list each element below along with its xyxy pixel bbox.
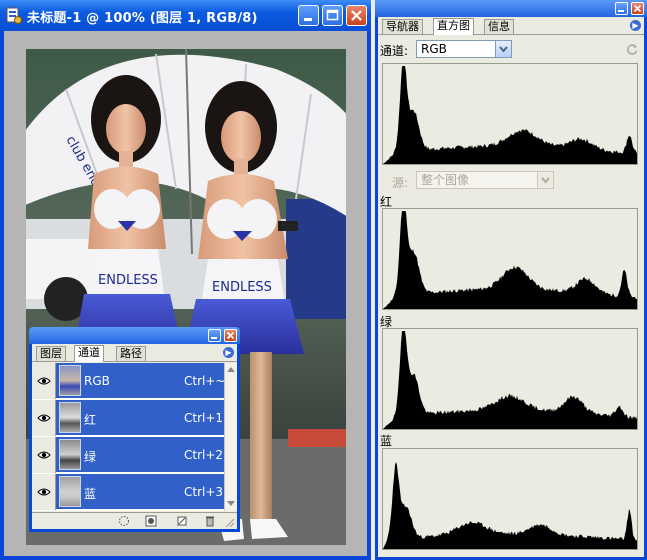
histogram-area	[383, 331, 637, 429]
close-button[interactable]	[346, 5, 367, 26]
channel-name: RGB	[84, 374, 110, 388]
channels-palette-body: 图层 通道 路径 ▶ RGB Ctrl+~ 红 Ctrl+1 绿 Ctrl+2 …	[32, 344, 237, 529]
minimize-icon	[618, 10, 624, 12]
tab-layers[interactable]: 图层	[36, 346, 66, 361]
channel-thumbnail	[59, 439, 81, 470]
channel-thumbnail	[59, 365, 81, 396]
visibility-toggle[interactable]	[32, 363, 56, 399]
document-title: 未标题-1 @ 100% (图层 1, RGB/8)	[27, 11, 258, 26]
palette-menu-button[interactable]: ▶	[223, 347, 234, 358]
channels-palette-title-bar[interactable]	[29, 327, 240, 344]
eye-icon	[37, 377, 51, 385]
histogram-palette-title-bar[interactable]	[375, 0, 647, 17]
palette-minimize-button[interactable]	[615, 2, 628, 15]
new-channel-icon[interactable]	[176, 515, 188, 527]
channel-select-value: RGB	[421, 42, 447, 56]
minimize-icon	[304, 18, 312, 21]
eye-icon	[37, 488, 51, 496]
scroll-up-icon[interactable]	[227, 366, 235, 372]
maximize-button[interactable]	[322, 5, 343, 26]
channels-palette-tabs: 图层 通道 路径 ▶	[32, 344, 237, 362]
maximize-icon	[326, 9, 339, 21]
channel-thumbnail	[59, 476, 81, 507]
resize-grip-icon[interactable]	[225, 518, 235, 528]
eye-icon	[37, 451, 51, 459]
scroll-down-icon[interactable]	[227, 501, 235, 507]
histogram-palette-tabs: 导航器 直方图 信息 ▶	[378, 17, 644, 35]
trash-icon[interactable]	[204, 515, 216, 527]
refresh-icon[interactable]	[625, 42, 639, 56]
tab-histogram[interactable]: 直方图	[433, 18, 474, 35]
palette-close-button[interactable]	[224, 329, 237, 342]
histogram-red-plot	[383, 211, 637, 309]
channel-list: RGB Ctrl+~ 红 Ctrl+1 绿 Ctrl+2 蓝 Ctrl+3	[32, 363, 226, 511]
source-select-value: 整个图像	[421, 173, 470, 187]
channel-row-green[interactable]: 绿 Ctrl+2	[32, 437, 224, 473]
document-title-bar[interactable]: 未标题-1 @ 100% (图层 1, RGB/8)	[0, 0, 371, 31]
histogram-blue-plot	[383, 461, 637, 549]
channel-thumbnail	[59, 402, 81, 433]
channel-list-scrollbar[interactable]	[224, 363, 237, 511]
channel-shortcut: Ctrl+2	[184, 448, 224, 462]
palette-menu-button[interactable]: ▶	[630, 20, 641, 31]
source-select[interactable]: 整个图像	[416, 171, 554, 189]
histogram-palette: 导航器 直方图 信息 ▶ 通道: RGB 源: 整个图像 红 绿 蓝	[375, 0, 647, 560]
channel-shortcut: Ctrl+1	[184, 411, 224, 425]
close-icon	[226, 331, 235, 340]
channel-row-rgb[interactable]: RGB Ctrl+~	[32, 363, 226, 399]
svg-text:ENDLESS: ENDLESS	[98, 273, 158, 288]
histogram-green	[382, 328, 638, 430]
channels-palette-footer	[32, 512, 237, 530]
channel-select[interactable]: RGB	[416, 40, 512, 58]
tab-info[interactable]: 信息	[484, 19, 514, 34]
blue-channel-label: 蓝	[380, 434, 393, 448]
chevron-down-icon	[499, 46, 508, 53]
play-arrow-icon: ▶	[225, 348, 232, 357]
histogram-palette-body: 导航器 直方图 信息 ▶ 通道: RGB 源: 整个图像 红 绿 蓝	[378, 17, 644, 557]
channel-name: 绿	[84, 450, 97, 464]
histogram-red	[382, 208, 638, 310]
tab-navigator[interactable]: 导航器	[382, 19, 423, 34]
source-label: 源:	[392, 176, 409, 190]
histogram-area	[383, 66, 637, 164]
histogram-blue	[382, 448, 638, 550]
histogram-rgb	[382, 63, 638, 165]
dropdown-button[interactable]	[537, 172, 553, 188]
tab-channels[interactable]: 通道	[74, 345, 104, 362]
visibility-toggle[interactable]	[32, 400, 56, 436]
channel-row-red[interactable]: 红 Ctrl+1	[32, 400, 224, 436]
palette-close-button[interactable]	[631, 2, 644, 15]
photoshop-document-icon	[6, 7, 22, 24]
histogram-green-plot	[383, 331, 637, 429]
chevron-down-icon	[541, 177, 550, 184]
eye-icon	[37, 414, 51, 422]
close-icon	[351, 10, 362, 21]
tab-paths[interactable]: 路径	[116, 346, 146, 361]
channel-shortcut: Ctrl+~	[184, 374, 226, 388]
histogram-rgb-plot	[383, 66, 637, 164]
load-selection-icon[interactable]	[118, 515, 130, 527]
channel-row-blue[interactable]: 蓝 Ctrl+3	[32, 474, 224, 510]
channel-name: 红	[84, 413, 97, 427]
histogram-area	[383, 461, 637, 549]
minimize-icon	[211, 337, 217, 339]
channels-palette: 图层 通道 路径 ▶ RGB Ctrl+~ 红 Ctrl+1 绿 Ctrl+2 …	[29, 327, 240, 532]
dropdown-button[interactable]	[495, 41, 511, 57]
palette-minimize-button[interactable]	[208, 329, 221, 342]
svg-text:ENDLESS: ENDLESS	[212, 280, 272, 295]
visibility-toggle[interactable]	[32, 437, 56, 473]
histogram-area	[383, 211, 637, 309]
channel-name: 蓝	[84, 487, 97, 501]
close-icon	[633, 4, 642, 13]
visibility-toggle[interactable]	[32, 474, 56, 510]
channel-label: 通道:	[380, 44, 409, 58]
channel-shortcut: Ctrl+3	[184, 485, 224, 499]
play-arrow-icon: ▶	[632, 21, 639, 30]
save-selection-icon[interactable]	[145, 515, 157, 527]
minimize-button[interactable]	[298, 5, 319, 26]
